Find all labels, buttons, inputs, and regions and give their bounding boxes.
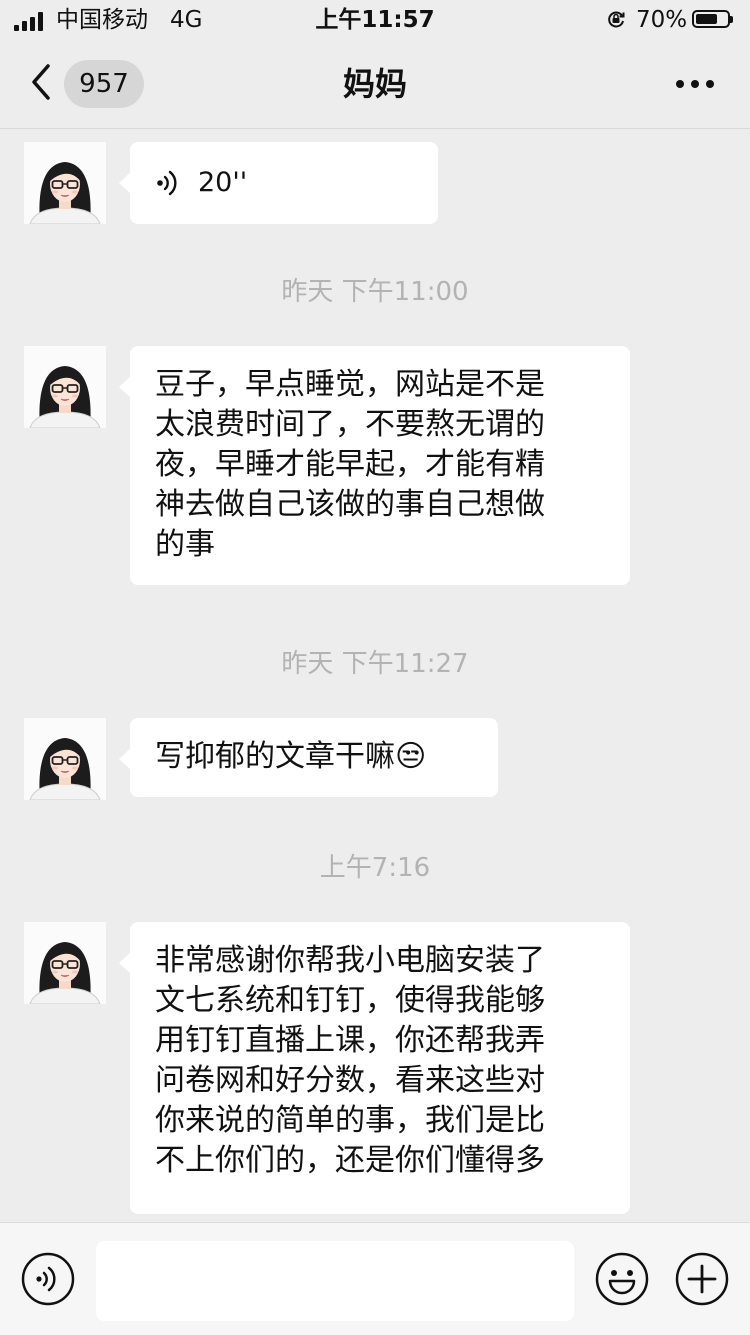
voice-message-icon <box>157 170 177 196</box>
more-icon[interactable] <box>674 68 716 98</box>
message-line: 夜，早睡才能早起，才能有精 <box>155 447 545 482</box>
input-bar <box>0 1222 750 1335</box>
battery-percent: 70% <box>636 7 688 33</box>
message-line: 非常感谢你帮我小电脑安装了 <box>155 943 545 978</box>
avatar[interactable] <box>24 718 106 800</box>
message-line: 文七系统和钉钉，使得我能够 <box>155 983 545 1018</box>
message-line: 你来说的简单的事，我们是比 <box>155 1103 545 1138</box>
message-line: 不上你们的，还是你们懂得多 <box>155 1143 545 1178</box>
chat-title: 妈妈 <box>342 65 407 103</box>
avatar-portrait <box>24 346 106 428</box>
battery-fill <box>696 14 717 24</box>
message-timestamp: 上午7:16 <box>319 853 431 883</box>
emoji-icon[interactable] <box>595 1252 649 1306</box>
voice-input-icon[interactable] <box>21 1252 75 1306</box>
message-timestamp: 昨天 下午11:27 <box>281 649 469 679</box>
avatar[interactable] <box>24 142 106 224</box>
message-line: 神去做自己该做的事自己想做 <box>155 487 545 522</box>
message-text: 写抑郁的文章干嘛 <box>155 739 395 774</box>
message-line: 豆子，早点睡觉，网站是不是 <box>155 367 545 402</box>
rotation-lock-icon <box>608 11 625 28</box>
emoji-smirk: 😒 <box>395 739 427 774</box>
voice-message-bubble[interactable]: 20'' <box>119 142 438 224</box>
nav-bar: 957 妈妈 <box>0 40 750 129</box>
avatar-portrait <box>24 718 106 800</box>
message-input[interactable] <box>96 1241 574 1321</box>
battery-icon <box>692 10 733 28</box>
text-message-bubble[interactable]: 非常感谢你帮我小电脑安装了 文七系统和钉钉，使得我能够 用钉钉直播上课，你还帮我… <box>119 922 630 1214</box>
message-timestamp: 昨天 下午11:00 <box>281 277 469 307</box>
plus-icon[interactable] <box>675 1252 729 1306</box>
message-line: 用钉钉直播上课，你还帮我弄 <box>155 1023 545 1058</box>
text-message-bubble[interactable]: 写抑郁的文章干嘛😒 <box>119 718 498 797</box>
avatar-portrait <box>24 922 106 1004</box>
text-message-bubble[interactable]: 豆子，早点睡觉，网站是不是 太浪费时间了，不要熬无谓的 夜，早睡才能早起，才能有… <box>119 346 630 585</box>
avatar[interactable] <box>24 346 106 428</box>
message-line: 问卷网和好分数，看来这些对 <box>155 1063 545 1098</box>
avatar[interactable] <box>24 922 106 1004</box>
status-bar: 中国移动 4G 上午11:57 70% <box>0 0 750 40</box>
message-line: 的事 <box>155 527 215 562</box>
message-line: 写抑郁的文章干嘛😒 <box>155 737 472 777</box>
avatar-portrait <box>24 142 106 224</box>
voice-duration: 20'' <box>198 167 248 198</box>
message-line: 太浪费时间了，不要熬无谓的 <box>155 407 545 442</box>
